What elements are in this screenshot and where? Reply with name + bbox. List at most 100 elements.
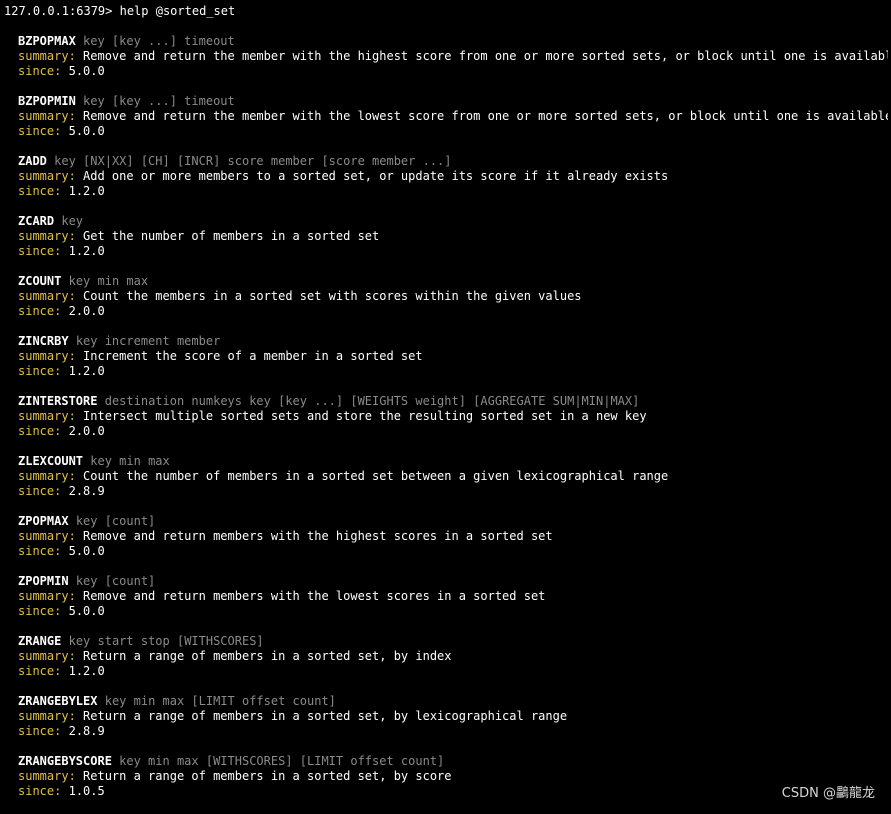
since-label: since: [18, 724, 62, 738]
command-name: ZRANGE [18, 634, 62, 648]
command-summary-line: summary: Increment the score of a member… [18, 349, 888, 364]
since-label: since: [18, 424, 62, 438]
command-summary-line: summary: Get the number of members in a … [18, 229, 888, 244]
command-signature: BZPOPMAX key [key ...] timeout [18, 34, 888, 49]
command-since: 1.0.5 [68, 784, 105, 798]
summary-label: summary: [18, 229, 76, 243]
command-since: 1.2.0 [68, 664, 105, 678]
summary-label: summary: [18, 289, 76, 303]
command-summary-line: summary: Remove and return members with … [18, 589, 888, 604]
command-summary: Get the number of members in a sorted se… [83, 229, 380, 243]
since-label: since: [18, 484, 62, 498]
command-summary-line: summary: Remove and return the member wi… [18, 109, 888, 124]
command-summary: Return a range of members in a sorted se… [83, 709, 568, 723]
prompt-line: 127.0.0.1:6379> help @sorted_set [4, 4, 888, 19]
command-since: 5.0.0 [68, 64, 105, 78]
command-since-line: since: 1.2.0 [18, 364, 888, 379]
summary-label: summary: [18, 49, 76, 63]
command-since-line: since: 2.8.9 [18, 484, 888, 499]
command-name: ZCARD [18, 214, 55, 228]
command-signature: ZLEXCOUNT key min max [18, 454, 888, 469]
since-label: since: [18, 124, 62, 138]
command-name: ZPOPMIN [18, 574, 69, 588]
summary-label: summary: [18, 469, 76, 483]
summary-label: summary: [18, 349, 76, 363]
command-name: BZPOPMAX [18, 34, 76, 48]
summary-label: summary: [18, 709, 76, 723]
command-signature: ZCOUNT key min max [18, 274, 888, 289]
command-since: 1.2.0 [68, 184, 105, 198]
command-summary-line: summary: Return a range of members in a … [18, 769, 888, 784]
command-since: 2.0.0 [68, 424, 105, 438]
command-entry: ZINTERSTORE destination numkeys key [key… [4, 394, 888, 439]
command-signature: ZRANGEBYLEX key min max [LIMIT offset co… [18, 694, 888, 709]
command-args: key [NX|XX] [CH] [INCR] score member [sc… [54, 154, 452, 168]
summary-label: summary: [18, 649, 76, 663]
command-entry: ZRANGEBYSCORE key min max [WITHSCORES] [… [4, 754, 888, 799]
since-label: since: [18, 64, 62, 78]
command-name: BZPOPMIN [18, 94, 76, 108]
command-summary: Count the members in a sorted set with s… [83, 289, 582, 303]
command-entry: ZLEXCOUNT key min max summary: Count the… [4, 454, 888, 499]
command-args: key start stop [WITHSCORES] [68, 634, 264, 648]
command-summary: Add one or more members to a sorted set,… [83, 169, 669, 183]
command-args: key [key ...] timeout [83, 34, 235, 48]
command-entry: BZPOPMIN key [key ...] timeout summary: … [4, 94, 888, 139]
summary-label: summary: [18, 409, 76, 423]
command-summary-line: summary: Remove and return members with … [18, 529, 888, 544]
command-since-line: since: 5.0.0 [18, 604, 888, 619]
command-entry: ZPOPMAX key [count] summary: Remove and … [4, 514, 888, 559]
command-signature: ZCARD key [18, 214, 888, 229]
command-entry: ZADD key [NX|XX] [CH] [INCR] score membe… [4, 154, 888, 199]
command-since: 5.0.0 [68, 124, 105, 138]
since-label: since: [18, 364, 62, 378]
command-args: key min max [68, 274, 149, 288]
command-summary-line: summary: Count the number of members in … [18, 469, 888, 484]
command-since: 5.0.0 [68, 544, 105, 558]
command-since-line: since: 5.0.0 [18, 124, 888, 139]
terminal-window[interactable]: 127.0.0.1:6379> help @sorted_set BZPOPMA… [4, 4, 888, 814]
command-summary-line: summary: Remove and return the member wi… [18, 49, 888, 64]
since-label: since: [18, 184, 62, 198]
command-args: key [count] [75, 514, 156, 528]
command-list: BZPOPMAX key [key ...] timeout summary: … [4, 34, 888, 799]
command-summary-line: summary: Return a range of members in a … [18, 709, 888, 724]
command-summary-line: summary: Add one or more members to a so… [18, 169, 888, 184]
summary-label: summary: [18, 169, 76, 183]
command-entry: ZCARD key summary: Get the number of mem… [4, 214, 888, 259]
command-args: key [61, 214, 84, 228]
command-name: ZPOPMAX [18, 514, 69, 528]
command-since-line: since: 2.0.0 [18, 304, 888, 319]
summary-label: summary: [18, 769, 76, 783]
command-signature: ZADD key [NX|XX] [CH] [INCR] score membe… [18, 154, 888, 169]
command-summary-line: summary: Intersect multiple sorted sets … [18, 409, 888, 424]
command-name: ZRANGEBYLEX [18, 694, 98, 708]
command-signature: ZRANGE key start stop [WITHSCORES] [18, 634, 888, 649]
command-summary: Return a range of members in a sorted se… [83, 649, 452, 663]
command-since-line: since: 2.0.0 [18, 424, 888, 439]
since-label: since: [18, 544, 62, 558]
command-entry: ZPOPMIN key [count] summary: Remove and … [4, 574, 888, 619]
command-summary: Return a range of members in a sorted se… [83, 769, 452, 783]
command-entry: ZRANGE key start stop [WITHSCORES] summa… [4, 634, 888, 679]
command-name: ZADD [18, 154, 47, 168]
since-label: since: [18, 304, 62, 318]
command-since-line: since: 5.0.0 [18, 544, 888, 559]
command-signature: ZPOPMIN key [count] [18, 574, 888, 589]
command-since-line: since: 1.2.0 [18, 664, 888, 679]
command-entry: ZRANGEBYLEX key min max [LIMIT offset co… [4, 694, 888, 739]
prompt-host: 127.0.0.1:6379> [4, 4, 113, 18]
command-summary: Remove and return the member with the lo… [83, 109, 888, 123]
since-label: since: [18, 604, 62, 618]
command-since-line: since: 2.8.9 [18, 724, 888, 739]
command-summary: Intersect multiple sorted sets and store… [83, 409, 647, 423]
command-entry: ZINCRBY key increment member summary: In… [4, 334, 888, 379]
prompt-command: help @sorted_set [119, 4, 236, 18]
watermark: CSDN @鸓龍龙 [781, 786, 875, 801]
command-since-line: since: 1.2.0 [18, 244, 888, 259]
command-entry: ZCOUNT key min max summary: Count the me… [4, 274, 888, 319]
command-since: 5.0.0 [68, 604, 105, 618]
command-signature: ZINCRBY key increment member [18, 334, 888, 349]
command-signature: ZPOPMAX key [count] [18, 514, 888, 529]
command-name: ZLEXCOUNT [18, 454, 84, 468]
